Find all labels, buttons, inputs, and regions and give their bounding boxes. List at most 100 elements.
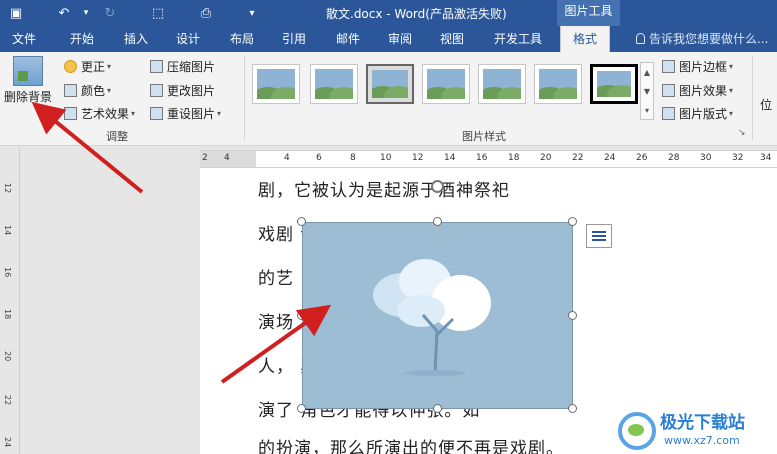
picture-style-7[interactable] [590,64,638,104]
artistic-effects-label: 艺术效果 [81,107,130,121]
color-label: 颜色 [81,84,106,98]
resize-handle[interactable] [297,217,306,226]
undo-icon[interactable]: ↶ [54,3,74,23]
change-picture-button[interactable]: 更改图片 [150,82,215,99]
ruler-tick-label: 24 [604,153,616,163]
picture-layout-icon [662,107,675,120]
watermark-url: www.xz7.com [664,434,740,447]
picture-layout-label: 图片版式 [679,107,728,121]
style-thumbnail [372,70,408,98]
tab-review[interactable]: 审阅 [388,30,412,47]
tab-view[interactable]: 视图 [440,30,464,47]
ruler-tick-label: 20 [540,153,552,163]
ruler-tick-label: 22 [3,395,12,406]
tab-references[interactable]: 引用 [282,30,306,47]
dialog-launcher-icon[interactable]: ↘ [738,128,746,138]
tab-insert[interactable]: 插入 [124,30,148,47]
title-bar: ▣ ↶ ▾ ↻ ⬚ ⎙ ▾ 散文.docx - Word(产品激活失败) 图片工… [0,0,777,26]
picture-style-3[interactable] [366,64,414,104]
ruler-tick-label: 22 [572,153,584,163]
ruler-tick-label: 26 [636,153,648,163]
ribbon-tabs: 文件 开始 插入 设计 布局 引用 邮件 审阅 视图 开发工具 格式 告诉我您想… [0,26,777,52]
ruler-tick-label: 8 [350,153,356,163]
tab-format[interactable]: 格式 [560,26,611,52]
remove-background-button[interactable]: 删除背景 [2,56,54,105]
ruler-tick-label: 14 [3,225,12,236]
picture-effects-button[interactable]: 图片效果 ▾ [662,82,733,99]
corrections-label: 更正 [81,60,106,74]
tab-home[interactable]: 开始 [70,30,94,47]
chevron-down-icon: ▾ [729,86,734,95]
tab-design[interactable]: 设计 [176,30,200,47]
resize-handle[interactable] [568,311,577,320]
chevron-down-icon: ▾ [729,62,734,71]
tab-file[interactable]: 文件 [12,30,36,47]
selected-picture[interactable] [302,222,573,409]
site-logo-icon [618,412,656,450]
position-button[interactable]: 位 [760,96,772,113]
picture-style-2[interactable] [310,64,358,104]
picture-style-1[interactable] [252,64,300,104]
reset-picture-label: 重设图片 [167,107,216,121]
compress-label: 压缩图片 [167,60,216,74]
picture-styles-group-label: 图片样式 [462,130,506,143]
layout-options-icon[interactable] [586,224,612,248]
ruler-tick-label: 16 [476,153,488,163]
rotate-handle[interactable] [431,180,444,193]
resize-handle[interactable] [433,404,442,413]
style-thumbnail [257,69,295,99]
save-icon[interactable]: ▣ [6,3,26,23]
ruler-tick-label: 10 [380,153,392,163]
artistic-effects-icon [64,107,77,120]
resize-handle[interactable] [297,311,306,320]
select-objects-icon[interactable]: ⬚ [148,3,168,23]
tell-me-search[interactable]: 告诉我您想要做什么... [636,30,768,47]
picture-tools-label: 图片工具 [557,0,620,26]
picture-effects-label: 图片效果 [679,84,728,98]
compress-pictures-button[interactable]: 压缩图片 [150,58,215,75]
picture-border-icon [662,60,675,73]
window-title: 散文.docx - Word(产品激活失败) [326,7,507,21]
picture-border-label: 图片边框 [679,60,728,74]
ruler-tick-label: 18 [3,309,12,320]
picture-style-5[interactable] [478,64,526,104]
ruler-tick-label: 14 [444,153,456,163]
watermark-name: 极光下载站 [660,413,745,433]
tab-developer[interactable]: 开发工具 [494,30,542,47]
picture-style-6[interactable] [534,64,582,104]
resize-handle[interactable] [568,217,577,226]
chevron-down-icon: ▾ [107,62,112,71]
resize-handle[interactable] [568,404,577,413]
picture-layout-button[interactable]: 图片版式 ▾ [662,105,733,122]
artistic-effects-button[interactable]: 艺术效果 ▾ [64,105,135,122]
tab-mailings[interactable]: 邮件 [336,30,360,47]
picture-style-4[interactable] [422,64,470,104]
style-thumbnail [595,69,633,99]
remove-background-label: 删除背景 [3,90,52,104]
style-thumbnail [539,69,577,99]
redo-icon[interactable]: ↻ [100,3,120,23]
print-preview-icon[interactable]: ⎙ [196,3,216,23]
ruler-tick-label: 12 [3,183,12,194]
ruler-tick-label: 32 [732,153,744,163]
color-button[interactable]: 颜色 ▾ [64,82,111,99]
picture-border-button[interactable]: 图片边框 ▾ [662,58,733,75]
customize-qat-icon[interactable]: ▾ [242,3,262,23]
adjust-group-label: 调整 [106,130,128,143]
resize-handle[interactable] [433,217,442,226]
undo-dropdown-icon[interactable]: ▾ [76,3,96,23]
ruler-tick-label: 18 [508,153,520,163]
tab-layout[interactable]: 布局 [230,30,254,47]
change-picture-label: 更改图片 [167,84,216,98]
corrections-button[interactable]: 更正 ▾ [64,58,111,75]
ruler-tick-label: 28 [668,153,680,163]
ruler-tick-label: 34 [760,153,772,163]
group-divider [752,56,753,140]
gallery-scroll[interactable]: ▲ ▼ ▾ [640,62,654,120]
reset-picture-button[interactable]: 重设图片 ▾ [150,105,221,122]
ruler-tick-label: 20 [3,351,12,362]
watermark: 极光下载站 www.xz7.com [616,406,777,454]
lightbulb-icon [636,33,645,44]
resize-handle[interactable] [297,404,306,413]
tree-illustration [373,259,491,376]
